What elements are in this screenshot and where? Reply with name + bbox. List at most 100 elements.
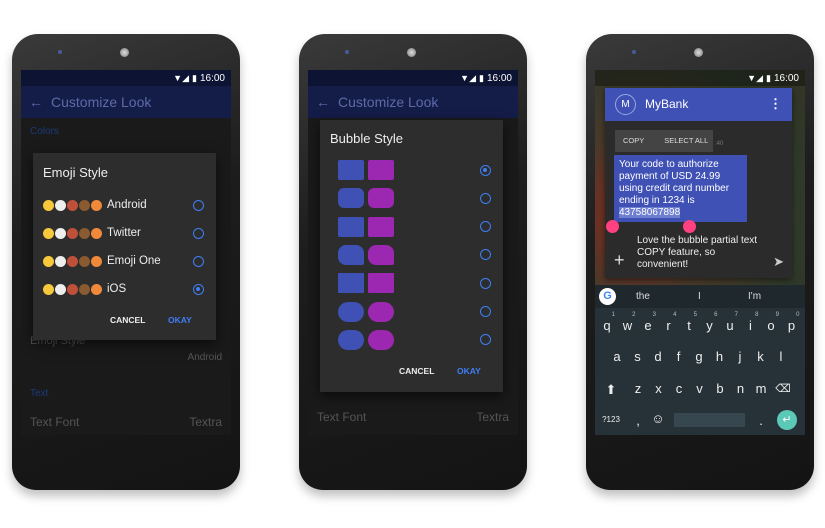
emoji-key[interactable]: ☺	[648, 411, 668, 426]
cancel-button[interactable]: CANCEL	[110, 315, 145, 325]
selection-handle-start[interactable]	[606, 220, 619, 233]
radio-button[interactable]	[193, 227, 204, 239]
key[interactable]: l	[771, 349, 791, 364]
back-arrow-icon[interactable]: ←	[29, 94, 43, 110]
radio-button[interactable]	[480, 192, 491, 204]
suggestion[interactable]: I	[698, 291, 701, 302]
bubble-style-option[interactable]	[330, 329, 493, 350]
quick-reply-card: M MyBank ⋮ COPY SELECT ALL :40 Your code…	[605, 88, 792, 278]
suggestion[interactable]: the	[636, 291, 650, 302]
key-label: o	[767, 318, 775, 333]
setting-text-font[interactable]: Text Font Textra	[30, 415, 222, 429]
symbols-key[interactable]: ?123	[598, 415, 624, 424]
outgoing-bubble-preview	[368, 301, 394, 322]
more-vert-icon[interactable]: ⋮	[769, 96, 782, 112]
key-hint: 0	[796, 312, 800, 318]
key[interactable]: n	[731, 381, 751, 396]
panda-icon	[55, 227, 66, 239]
key[interactable]: t5	[679, 312, 699, 333]
bubble-style-option[interactable]	[330, 273, 493, 294]
key[interactable]: e3	[638, 312, 658, 333]
key-label: b	[716, 381, 724, 396]
key[interactable]: z	[628, 381, 648, 396]
emoji-style-option[interactable]: Android	[43, 195, 206, 215]
add-attachment-icon[interactable]: +	[614, 250, 625, 271]
key[interactable]: u7	[720, 312, 740, 333]
radio-button[interactable]	[480, 306, 491, 317]
key[interactable]: j	[730, 349, 750, 364]
bubble-style-option[interactable]	[330, 244, 493, 265]
emoji-style-dialog: Emoji Style Android Twitter Emoji One iOS C…	[33, 153, 216, 340]
select-all-button[interactable]: SELECT ALL	[664, 136, 708, 145]
key[interactable]: i8	[741, 312, 761, 333]
okay-button[interactable]: OKAY	[457, 366, 481, 376]
back-arrow-icon[interactable]: ←	[316, 94, 330, 110]
timestamp: :40	[715, 141, 724, 147]
key[interactable]: s	[628, 349, 648, 364]
key[interactable]: p0	[782, 312, 802, 333]
keyboard: G the I I'm q1w2e3r4t5y6u7i8o9p0 asdfghjk…	[595, 285, 805, 435]
key-label: h	[715, 349, 724, 364]
emoji-style-option[interactable]: iOS	[43, 279, 206, 299]
panda-icon	[55, 199, 66, 211]
key-label: e	[644, 318, 652, 333]
key[interactable]: q1	[597, 312, 617, 333]
key[interactable]: b	[710, 381, 730, 396]
okay-button[interactable]: OKAY	[168, 315, 192, 325]
key-label: a	[613, 349, 621, 364]
selected-text[interactable]: 43758067898	[619, 207, 681, 218]
setting-value: Android	[187, 352, 222, 363]
key[interactable]: d	[648, 349, 668, 364]
bubble-style-option[interactable]	[330, 160, 493, 180]
key[interactable]: c	[669, 381, 689, 396]
message-bubble[interactable]: Your code to authorize payment of USD 24…	[614, 155, 747, 222]
key-label: g	[695, 349, 703, 364]
bubble-style-option[interactable]	[330, 301, 493, 322]
key[interactable]: o9	[761, 312, 781, 333]
send-icon[interactable]: ➤	[773, 254, 784, 270]
screen: ▼◢ ▮ 16:00 ← Customize Look Text Font Textra…	[308, 70, 518, 435]
key[interactable]: v	[690, 381, 710, 396]
comma-key[interactable]: ,	[628, 413, 648, 428]
incoming-bubble-preview	[338, 301, 364, 322]
key-label: k	[757, 349, 764, 364]
enter-key[interactable]: ↵	[777, 410, 797, 430]
camera	[694, 48, 703, 57]
emoji-style-option[interactable]: Twitter	[43, 223, 206, 243]
cancel-button[interactable]: CANCEL	[399, 366, 434, 376]
key[interactable]: m	[751, 381, 771, 396]
key[interactable]: f	[669, 349, 689, 364]
radio-button[interactable]	[193, 255, 204, 267]
app-bar: ← Customize Look	[21, 86, 231, 118]
key[interactable]: r4	[659, 312, 679, 333]
key[interactable]: g	[689, 349, 709, 364]
grinning-face-icon	[43, 283, 54, 295]
key[interactable]: w2	[618, 312, 638, 333]
compose-input[interactable]: Love the bubble partial text COPY featur…	[637, 235, 767, 271]
setting-text-font[interactable]: Text Font Textra	[317, 410, 509, 424]
bubble-style-option[interactable]	[330, 216, 493, 237]
radio-button[interactable]	[480, 164, 491, 176]
radio-button[interactable]	[480, 334, 491, 346]
selection-handle-end[interactable]	[683, 220, 696, 233]
status-bar: ▼◢ ▮ 16:00	[21, 70, 231, 86]
bubble-style-option[interactable]	[330, 188, 493, 209]
period-key[interactable]: .	[751, 413, 771, 428]
key[interactable]: k	[751, 349, 771, 364]
radio-button[interactable]	[193, 199, 204, 211]
copy-button[interactable]: COPY	[623, 136, 644, 145]
key[interactable]: a	[607, 349, 627, 364]
key[interactable]: h	[710, 349, 730, 364]
space-bar[interactable]	[674, 413, 745, 427]
emoji-style-option[interactable]: Emoji One	[43, 251, 206, 271]
radio-button[interactable]	[480, 249, 491, 261]
google-icon[interactable]: G	[599, 288, 616, 305]
radio-button[interactable]	[480, 277, 491, 289]
suggestion[interactable]: I'm	[748, 291, 761, 302]
radio-button[interactable]	[193, 283, 204, 295]
radio-button[interactable]	[480, 221, 491, 233]
shift-key[interactable]: ⬆	[601, 382, 621, 398]
key[interactable]: y6	[700, 312, 720, 333]
backspace-key[interactable]: ⌫	[773, 382, 793, 395]
key[interactable]: x	[649, 381, 669, 396]
